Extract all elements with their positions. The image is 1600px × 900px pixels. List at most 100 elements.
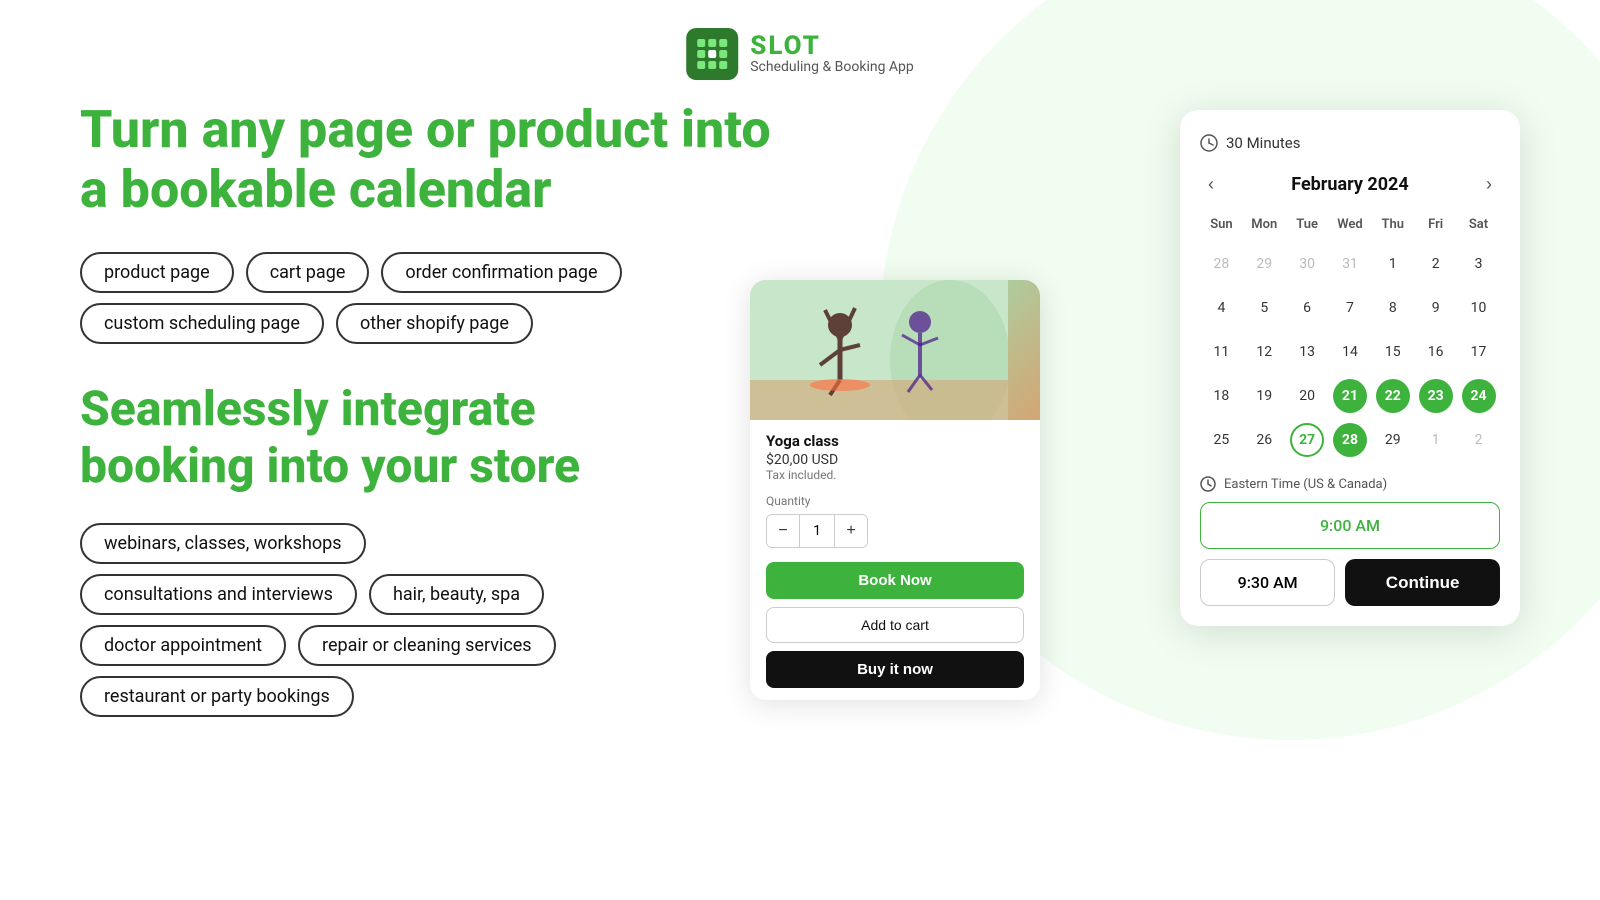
- calendar-day: 17: [1457, 330, 1500, 374]
- calendar-day: 1: [1414, 418, 1457, 462]
- quantity-label: Quantity: [766, 494, 1024, 508]
- calendar-day[interactable]: 23: [1414, 374, 1457, 418]
- continue-button[interactable]: Continue: [1345, 559, 1500, 606]
- app-logo-text: SLOT Scheduling & Booking App: [750, 33, 914, 75]
- timezone-row: Eastern Time (US & Canada): [1200, 476, 1500, 492]
- tag-custom-scheduling: custom scheduling page: [80, 303, 324, 344]
- calendar-day: 2: [1414, 242, 1457, 286]
- calendar-day: 18: [1200, 374, 1243, 418]
- tag-hair-beauty: hair, beauty, spa: [369, 574, 544, 615]
- calendar-day: 31: [1329, 242, 1372, 286]
- tag-order-confirmation: order confirmation page: [381, 252, 621, 293]
- tag-restaurant: restaurant or party bookings: [80, 676, 354, 717]
- calendar-day: 29: [1243, 242, 1286, 286]
- calendar-day: 20: [1286, 374, 1329, 418]
- calendar-day: 4: [1200, 286, 1243, 330]
- calendar-day: 1: [1371, 242, 1414, 286]
- prev-month-button[interactable]: ‹: [1200, 170, 1222, 199]
- product-info: Yoga class $20,00 USD Tax included.: [750, 420, 1040, 490]
- app-subtitle: Scheduling & Booking App: [750, 59, 914, 75]
- calendar-day: 13: [1286, 330, 1329, 374]
- calendar-day: 30: [1286, 242, 1329, 286]
- calendar-day[interactable]: 28: [1200, 242, 1243, 286]
- tag-consultations: consultations and interviews: [80, 574, 357, 615]
- time-slot-row-2: 9:30 AM Continue: [1200, 559, 1500, 606]
- calendar-day[interactable]: 27: [1286, 418, 1329, 462]
- page-tags-row: product page cart page order confirmatio…: [80, 252, 780, 293]
- use-case-tags-1: webinars, classes, workshops: [80, 523, 780, 564]
- time-slot-row-1: 9:00 AM: [1200, 502, 1500, 549]
- calendar-day: 10: [1457, 286, 1500, 330]
- weekday-header: Fri: [1414, 213, 1457, 242]
- duration-label: 30 Minutes: [1226, 134, 1300, 152]
- time-slot-900[interactable]: 9:00 AM: [1200, 502, 1500, 549]
- product-card: Yoga class $20,00 USD Tax included. Quan…: [750, 280, 1040, 700]
- app-logo-icon: [686, 28, 738, 80]
- calendar-day: 6: [1286, 286, 1329, 330]
- tag-cart-page: cart page: [246, 252, 370, 293]
- calendar-day[interactable]: 22: [1371, 374, 1414, 418]
- app-name: SLOT: [750, 33, 914, 59]
- calendar-day: 15: [1371, 330, 1414, 374]
- tag-webinars: webinars, classes, workshops: [80, 523, 366, 564]
- use-case-tags-2: consultations and interviews hair, beaut…: [80, 574, 780, 615]
- quantity-plus-button[interactable]: +: [835, 515, 867, 547]
- page-tags-row-2: custom scheduling page other shopify pag…: [80, 303, 780, 344]
- app-header: SLOT Scheduling & Booking App: [686, 28, 914, 80]
- calendar-duration: 30 Minutes: [1200, 134, 1500, 152]
- quantity-value: 1: [799, 515, 835, 547]
- product-image: [750, 280, 1040, 420]
- calendar-day[interactable]: 28: [1329, 418, 1372, 462]
- tag-doctor: doctor appointment: [80, 625, 286, 666]
- calendar-day: 11: [1200, 330, 1243, 374]
- use-case-tags-3: doctor appointment repair or cleaning se…: [80, 625, 780, 666]
- time-slots: 9:00 AM 9:30 AM Continue: [1200, 502, 1500, 606]
- calendar-header: ‹ February 2024 ›: [1200, 170, 1500, 199]
- calendar-day: 7: [1329, 286, 1372, 330]
- time-slot-930[interactable]: 9:30 AM: [1200, 559, 1335, 606]
- calendar-widget: 30 Minutes ‹ February 2024 › SunMonTueWe…: [1180, 110, 1520, 626]
- calendar-day[interactable]: 24: [1457, 374, 1500, 418]
- quantity-minus-button[interactable]: −: [767, 515, 799, 547]
- weekday-header: Thu: [1371, 213, 1414, 242]
- quantity-control: − 1 +: [766, 514, 868, 548]
- calendar-day: 25: [1200, 418, 1243, 462]
- weekday-header: Tue: [1286, 213, 1329, 242]
- timezone-clock-icon: [1200, 476, 1216, 492]
- calendar-day: 2: [1457, 418, 1500, 462]
- calendar-day: 8: [1371, 286, 1414, 330]
- tag-other-shopify: other shopify page: [336, 303, 533, 344]
- quantity-section: Quantity − 1 +: [750, 490, 1040, 556]
- product-price: $20,00 USD: [766, 452, 1024, 468]
- weekday-header: Sun: [1200, 213, 1243, 242]
- weekday-header: Sat: [1457, 213, 1500, 242]
- main-headline: Turn any page or product into a bookable…: [80, 100, 780, 220]
- calendar-day: 9: [1414, 286, 1457, 330]
- timezone-label: Eastern Time (US & Canada): [1224, 477, 1387, 492]
- calendar-day: 19: [1243, 374, 1286, 418]
- calendar-day: 5: [1243, 286, 1286, 330]
- calendar-day: 14: [1329, 330, 1372, 374]
- product-name: Yoga class: [766, 432, 1024, 450]
- left-content: Turn any page or product into a bookable…: [80, 100, 780, 727]
- product-tax: Tax included.: [766, 468, 1024, 482]
- weekday-header: Wed: [1329, 213, 1372, 242]
- integration-title: Seamlessly integrate booking into your s…: [80, 380, 780, 495]
- calendar-grid: SunMonTueWedThuFriSat 282930311234567891…: [1200, 213, 1500, 462]
- calendar-day[interactable]: 21: [1329, 374, 1372, 418]
- card-buttons: Book Now Add to cart Buy it now: [750, 556, 1040, 700]
- next-month-button[interactable]: ›: [1478, 170, 1500, 199]
- book-now-button[interactable]: Book Now: [766, 562, 1024, 599]
- tag-product-page: product page: [80, 252, 234, 293]
- calendar-day: 12: [1243, 330, 1286, 374]
- calendar-day: 29: [1371, 418, 1414, 462]
- clock-icon: [1200, 134, 1218, 152]
- use-case-tags-4: restaurant or party bookings: [80, 676, 780, 717]
- calendar-month: February 2024: [1291, 174, 1408, 195]
- calendar-day: 16: [1414, 330, 1457, 374]
- weekday-header: Mon: [1243, 213, 1286, 242]
- add-to-cart-button[interactable]: Add to cart: [766, 607, 1024, 643]
- buy-it-now-button[interactable]: Buy it now: [766, 651, 1024, 688]
- tag-repair: repair or cleaning services: [298, 625, 556, 666]
- calendar-day: 3: [1457, 242, 1500, 286]
